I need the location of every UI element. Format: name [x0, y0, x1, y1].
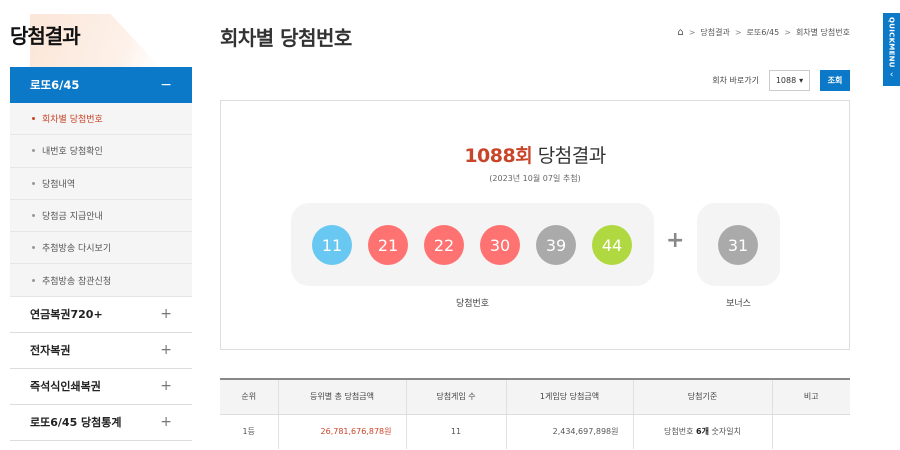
- sub-item-draw-visit-apply[interactable]: 추첨방송 참관신청: [10, 264, 192, 297]
- lotto-ball: 11: [312, 225, 352, 265]
- home-icon[interactable]: ⌂: [677, 27, 683, 38]
- breadcrumb-item[interactable]: 당첨결과: [700, 27, 729, 38]
- sidebar-title: 당첨결과: [10, 24, 81, 48]
- page-title: 회차별 당첨번호: [220, 26, 352, 50]
- sub-item-label: 회차별 당첨번호: [42, 115, 103, 126]
- column-header: 순위: [220, 379, 278, 415]
- menu-label: 연금복권720+: [30, 308, 103, 322]
- sub-item-label: 내번호 당첨확인: [42, 147, 103, 158]
- winning-numbers-panel: 11 21 22 30 39 44: [291, 203, 654, 286]
- bullet-icon: [32, 278, 35, 282]
- result-title: 1088회 당첨결과: [221, 141, 849, 168]
- column-header: 등위별 총 당첨금액: [277, 379, 406, 415]
- quick-menu-button[interactable]: QUICKMENU ‹: [883, 13, 900, 86]
- winning-numbers-caption: 당첨번호: [455, 299, 490, 309]
- menu-instant-print[interactable]: 즉석식인쇄복권 +: [10, 369, 192, 405]
- criteria-text: 숫자일치: [708, 427, 741, 437]
- round-number: 1088회: [464, 145, 533, 167]
- table-header-row: 순위 등위별 총 당첨금액 당첨게임 수 1게임당 당첨금액 당첨기준 비고: [220, 379, 850, 415]
- plus-icon: +: [666, 228, 685, 253]
- sidebar-header: 당첨결과: [10, 0, 192, 67]
- menu-label: 로또6/45 당첨통계: [30, 416, 122, 430]
- breadcrumb-item[interactable]: 로또6/45: [747, 27, 780, 38]
- result-title-suffix: 당첨결과: [537, 145, 606, 167]
- sub-item-label: 당첨내역: [42, 179, 76, 190]
- sub-item-label: 당첨금 지급안내: [42, 212, 103, 223]
- note-cell: [771, 414, 850, 449]
- bullet-icon: [32, 117, 35, 121]
- result-box: 1088회 당첨결과 (2023년 10월 07일 추첨) 11 21 22 3…: [220, 100, 850, 350]
- chevron-right-icon: >: [688, 28, 696, 37]
- expand-icon[interactable]: +: [160, 378, 172, 394]
- breadcrumb: ⌂ > 당첨결과 > 로또6/45 > 회차별 당첨번호: [677, 27, 850, 38]
- prize-table-wrap: 순위 등위별 총 당첨금액 당첨게임 수 1게임당 당첨금액 당첨기준 비고 1…: [220, 378, 850, 449]
- menu-e-lottery[interactable]: 전자복권 +: [10, 333, 192, 369]
- column-header: 당첨게임 수: [405, 379, 506, 415]
- sub-menu-list: 회차별 당첨번호 내번호 당첨확인 당첨내역 당첨금 지급안내 추첨방송 다시보…: [10, 103, 192, 297]
- winner-count-cell: 11: [405, 414, 506, 449]
- menu-lotto645[interactable]: 로또6/45 −: [10, 67, 192, 103]
- bonus-number-panel: 31: [697, 203, 780, 286]
- chevron-left-icon: ‹: [889, 69, 894, 80]
- column-header: 비고: [771, 379, 850, 415]
- breadcrumb-item: 회차별 당첨번호: [795, 28, 850, 37]
- menu-label: 전자복권: [30, 344, 71, 358]
- sub-item-label: 추첨방송 참관신청: [42, 276, 112, 287]
- bullet-icon: [32, 181, 35, 185]
- sub-item-winning-history[interactable]: 당첨내역: [10, 168, 192, 200]
- round-jump: 회차 바로가기 1088 ▾ 조회: [712, 70, 850, 91]
- collapse-icon[interactable]: −: [160, 77, 172, 93]
- sub-item-payout-guide[interactable]: 당첨금 지급안내: [10, 200, 192, 233]
- quick-menu-label: QUICKMENU: [887, 17, 896, 68]
- search-button[interactable]: 조회: [820, 70, 850, 91]
- lotto-ball: 30: [480, 225, 520, 265]
- caret-down-icon: ▾: [799, 76, 804, 85]
- criteria-text: 당첨번호: [664, 427, 697, 437]
- draw-date: (2023년 10월 07일 추첨): [489, 174, 581, 183]
- menu-lotto-stats[interactable]: 로또6/45 당첨통계 +: [10, 405, 192, 441]
- bullet-icon: [32, 149, 35, 153]
- expand-icon[interactable]: +: [160, 414, 172, 430]
- criteria-cell: 당첨번호 6개 숫자일치: [632, 414, 772, 449]
- per-game-prize-cell: 2,434,697,898원: [505, 414, 633, 449]
- column-header: 당첨기준: [632, 379, 772, 415]
- expand-icon[interactable]: +: [160, 342, 172, 358]
- sub-item-check-my-numbers[interactable]: 내번호 당첨확인: [10, 135, 192, 168]
- bonus-ball: 31: [718, 225, 758, 265]
- total-prize-cell: 26,781,676,878원: [277, 414, 406, 449]
- menu-label: 로또6/45: [30, 78, 80, 92]
- lotto-ball: 39: [536, 225, 576, 265]
- page: 당첨결과 로또6/45 − 회차별 당첨번호 내번호 당첨확인 당첨내역 당첨금…: [0, 0, 900, 450]
- sidebar: 당첨결과 로또6/45 − 회차별 당첨번호 내번호 당첨확인 당첨내역 당첨금…: [10, 0, 192, 450]
- menu-pension720[interactable]: 연금복권720+ +: [10, 297, 192, 333]
- prize-table: 순위 등위별 총 당첨금액 당첨게임 수 1게임당 당첨금액 당첨기준 비고 1…: [220, 378, 850, 449]
- round-jump-label: 회차 바로가기: [712, 76, 759, 85]
- sub-item-draw-replay[interactable]: 추첨방송 다시보기: [10, 232, 192, 265]
- criteria-count: 6개: [696, 427, 709, 437]
- rank-cell: 1등: [242, 427, 255, 437]
- menu-label: 즉석식인쇄복권: [30, 380, 101, 394]
- expand-icon[interactable]: +: [160, 306, 172, 322]
- bullet-icon: [32, 214, 35, 218]
- sub-item-round-winning-numbers[interactable]: 회차별 당첨번호: [10, 103, 192, 136]
- round-select[interactable]: 1088 ▾: [769, 70, 810, 91]
- sub-item-label: 추첨방송 다시보기: [42, 244, 112, 255]
- lotto-ball: 44: [592, 225, 632, 265]
- round-select-value: 1088: [775, 76, 797, 85]
- bullet-icon: [32, 246, 35, 250]
- lotto-ball: 22: [424, 225, 464, 265]
- chevron-right-icon: >: [784, 28, 791, 37]
- chevron-right-icon: >: [734, 28, 742, 37]
- table-row: 1등 26,781,676,878원 11 2,434,697,898원 당첨번…: [220, 414, 850, 449]
- main-content: 회차별 당첨번호 ⌂ > 당첨결과 > 로또6/45 > 회차별 당첨번호 회차…: [220, 0, 850, 450]
- lotto-ball: 21: [368, 225, 408, 265]
- bonus-caption: 보너스: [726, 299, 751, 309]
- column-header: 1게임당 당첨금액: [505, 379, 633, 415]
